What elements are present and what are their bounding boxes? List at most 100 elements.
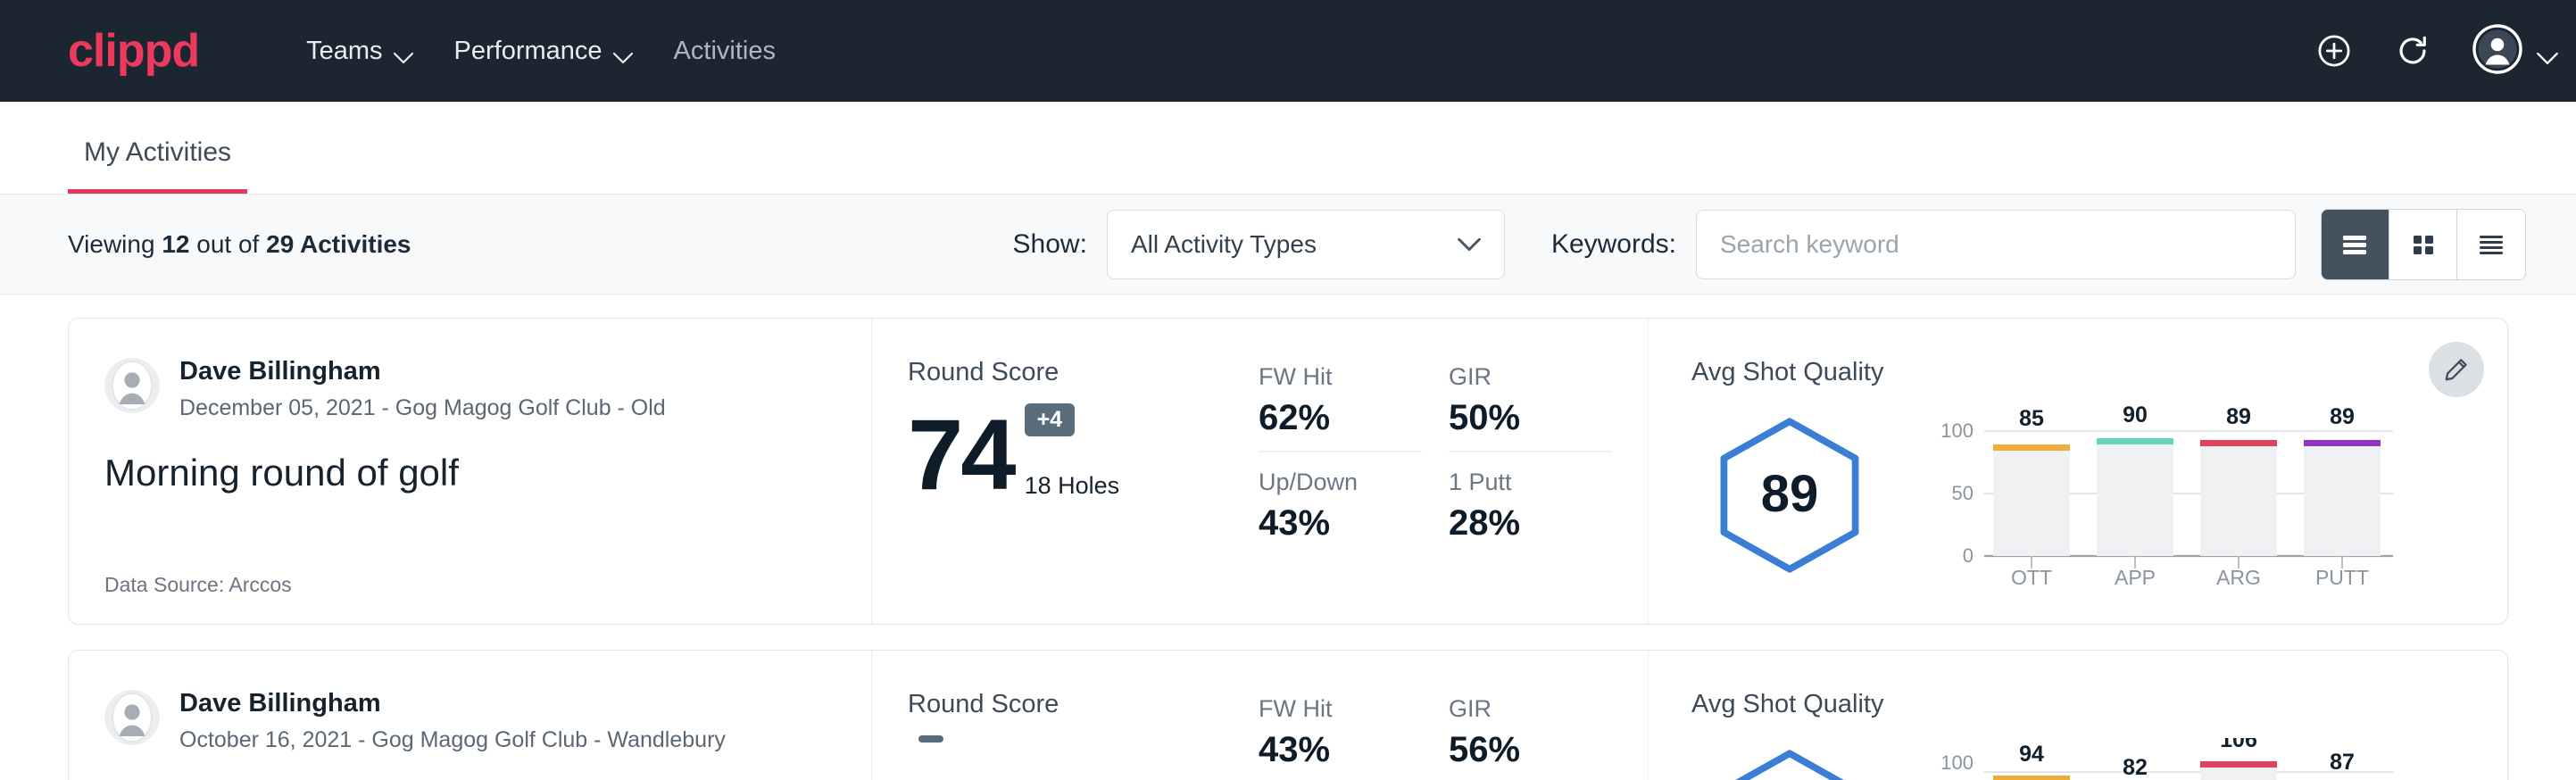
round-score-value-row (908, 735, 1234, 780)
stat-fw-hit: FW Hit 62% (1259, 363, 1422, 452)
account-avatar-icon (2472, 24, 2522, 79)
edit-activity-button[interactable] (2429, 342, 2484, 397)
svg-text:89: 89 (2330, 406, 2355, 429)
primary-nav: Teams Performance Activities (276, 37, 806, 66)
activity-author-name: Dave Billingham (179, 358, 666, 386)
activity-author-text: Dave Billingham October 16, 2021 - Gog M… (179, 690, 726, 753)
quality-hexagon: 89 (1691, 413, 1888, 577)
nav-item-activities-label: Activities (674, 37, 776, 66)
compact-view-button[interactable] (2457, 210, 2525, 279)
svg-text:82: 82 (2123, 755, 2148, 780)
round-score-side: +4 18 Holes (1025, 403, 1120, 500)
viewing-summary: Viewing 12 out of 29 Activities (68, 230, 411, 259)
shot-quality-chart: 100 50 0 94 82 106 (1888, 738, 2472, 780)
activity-meta: December 05, 2021 - Gog Magog Golf Club … (179, 395, 666, 421)
avatar (104, 358, 160, 413)
stat-fw-hit: FW Hit 43% (1259, 695, 1422, 780)
svg-text:OTT: OTT (2011, 566, 2052, 585)
avg-shot-quality-body: 89 100 50 0 85 (1691, 393, 2472, 597)
account-menu[interactable] (2472, 24, 2537, 79)
quality-hexagon (1691, 745, 1888, 780)
tab-my-activities[interactable]: My Activities (68, 137, 247, 194)
round-score-value: 74 (908, 411, 1014, 500)
keywords-label: Keywords: (1551, 229, 1676, 260)
svg-text:PUTT: PUTT (2315, 566, 2369, 585)
avg-shot-quality-label: Avg Shot Quality (1691, 690, 2472, 719)
viewing-prefix: Viewing (68, 230, 155, 258)
nav-item-performance[interactable]: Performance (424, 37, 644, 66)
viewing-total: 29 Activities (266, 230, 411, 258)
svg-text:87: 87 (2330, 750, 2355, 775)
stat-fw-hit-value: 43% (1259, 730, 1422, 770)
score-diff-badge (918, 735, 943, 743)
filter-bar: Viewing 12 out of 29 Activities Show: Al… (0, 195, 2576, 295)
stat-fw-hit-label: FW Hit (1259, 695, 1422, 723)
show-label: Show: (1013, 229, 1087, 260)
view-mode-toggle (2321, 209, 2526, 280)
search-input[interactable] (1696, 210, 2296, 279)
stat-one-putt: 1 Putt 28% (1449, 469, 1612, 556)
stat-one-putt-label: 1 Putt (1449, 469, 1612, 496)
svg-text:100: 100 (1940, 419, 1974, 442)
tab-my-activities-label: My Activities (84, 137, 231, 167)
avg-shot-quality-label: Avg Shot Quality (1691, 358, 2472, 387)
round-stats-grid: FW Hit 62% GIR 50% Up/Down 43% 1 Putt 28… (1259, 363, 1612, 556)
avatar (104, 690, 160, 745)
round-score-section: Round Score (872, 651, 1234, 780)
score-diff-badge: +4 (1025, 403, 1076, 436)
round-score-label: Round Score (908, 690, 1234, 719)
nav-item-teams-label: Teams (306, 37, 382, 66)
svg-text:100: 100 (1940, 751, 1974, 774)
activity-author: Dave Billingham December 05, 2021 - Gog … (104, 358, 835, 421)
activity-type-select[interactable]: All Activity Types (1107, 210, 1505, 279)
round-stats-section: FW Hit 43% GIR 56% (1234, 651, 1649, 780)
activity-meta: October 16, 2021 - Gog Magog Golf Club -… (179, 727, 726, 753)
shot-quality-chart: 100 50 0 85 OTT (1888, 406, 2472, 585)
svg-text:90: 90 (2123, 406, 2148, 427)
nav-item-teams[interactable]: Teams (276, 37, 423, 66)
round-stats-section: FW Hit 62% GIR 50% Up/Down 43% 1 Putt 28… (1234, 319, 1649, 624)
add-circle-icon[interactable] (2315, 32, 2353, 70)
stat-one-putt-value: 28% (1449, 503, 1612, 544)
quality-hexagon-value: 89 (1691, 464, 1888, 524)
activity-author-text: Dave Billingham December 05, 2021 - Gog … (179, 358, 666, 421)
activity-title: Morning round of golf (104, 452, 835, 494)
top-navbar: clippd Teams Performance Activities (0, 0, 2576, 102)
nav-item-activities[interactable]: Activities (644, 37, 806, 66)
activity-info: Dave Billingham October 16, 2021 - Gog M… (69, 651, 872, 780)
clippd-logo[interactable]: clippd (68, 28, 199, 74)
round-stats-grid: FW Hit 43% GIR 56% (1259, 695, 1612, 780)
svg-text:85: 85 (2019, 406, 2044, 431)
avg-shot-quality-section: Avg Shot Quality 100 50 0 (1649, 651, 2507, 780)
nav-actions (2315, 24, 2537, 79)
activity-info: Dave Billingham December 05, 2021 - Gog … (69, 319, 872, 624)
chevron-down-icon (1458, 230, 1481, 259)
round-score-label: Round Score (908, 358, 1234, 387)
round-score-side (918, 735, 943, 780)
stat-up-down-label: Up/Down (1259, 469, 1422, 496)
stat-gir-value: 56% (1449, 730, 1612, 770)
stat-fw-hit-label: FW Hit (1259, 363, 1422, 391)
list-view-button[interactable] (2322, 210, 2389, 279)
activity-card[interactable]: Dave Billingham December 05, 2021 - Gog … (68, 318, 2508, 625)
activity-card[interactable]: Dave Billingham October 16, 2021 - Gog M… (68, 650, 2508, 780)
stat-gir-value: 50% (1449, 398, 1612, 438)
activity-author-name: Dave Billingham (179, 690, 726, 718)
stat-gir-label: GIR (1449, 363, 1612, 391)
svg-text:50: 50 (1952, 482, 1974, 504)
viewing-middle: out of (196, 230, 259, 258)
nav-item-performance-label: Performance (454, 37, 602, 66)
grid-view-button[interactable] (2389, 210, 2457, 279)
activity-type-select-value: All Activity Types (1131, 230, 1317, 259)
stat-gir: GIR 56% (1449, 695, 1612, 780)
activity-data-source: Data Source: Arccos (104, 573, 835, 597)
tab-bar: My Activities (0, 102, 2576, 195)
stat-up-down-value: 43% (1259, 503, 1422, 544)
refresh-icon[interactable] (2394, 32, 2431, 70)
holes-played: 18 Holes (1025, 472, 1120, 500)
avg-shot-quality-section: Avg Shot Quality 89 100 50 0 (1649, 319, 2507, 624)
svg-text:106: 106 (2220, 738, 2257, 752)
stat-fw-hit-value: 62% (1259, 398, 1422, 438)
activities-list: Dave Billingham December 05, 2021 - Gog … (0, 295, 2576, 780)
svg-text:89: 89 (2226, 406, 2251, 429)
